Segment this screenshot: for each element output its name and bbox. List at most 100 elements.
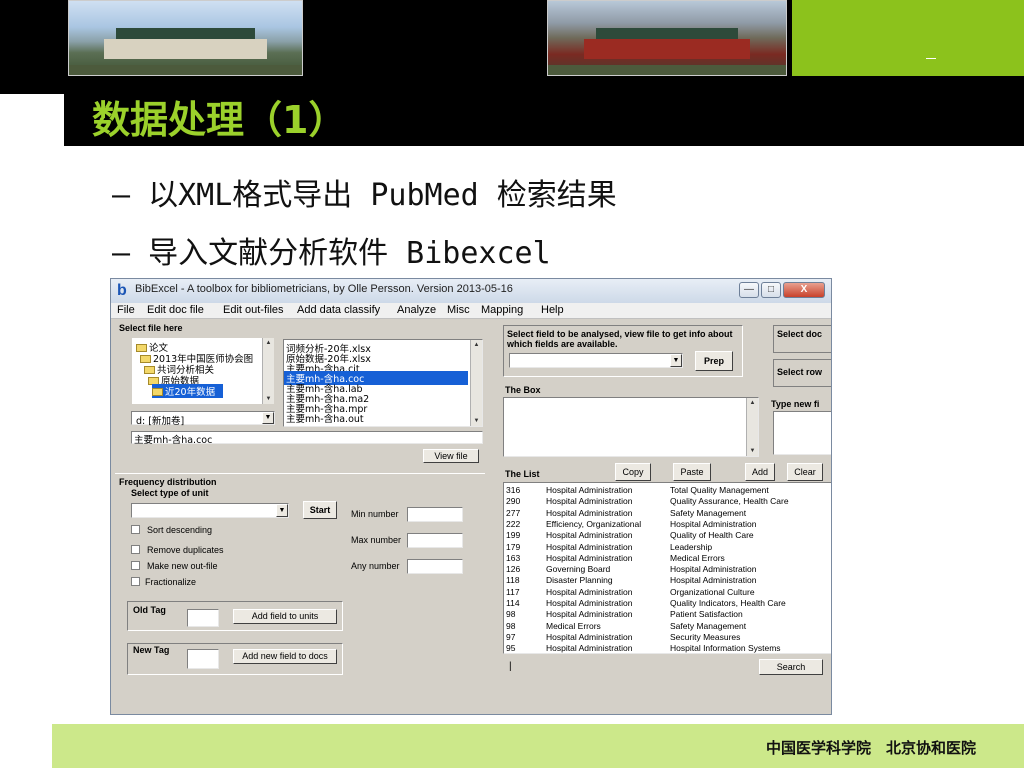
menu-add-data-classify[interactable]: Add data classify	[297, 304, 380, 316]
fractionalize-checkbox[interactable]	[131, 577, 140, 586]
old-tag-input[interactable]	[187, 609, 219, 627]
list-row-count: 163	[506, 552, 521, 563]
list-row-count: 222	[506, 518, 521, 529]
menu-misc[interactable]: Misc	[447, 304, 470, 316]
add-field-to-units-button[interactable]: Add field to units	[233, 609, 337, 624]
list-row[interactable]: 118 Disaster Planning Hospital Administrat…	[504, 575, 824, 586]
scroll-down-icon: ▼	[265, 396, 272, 402]
min-number-input[interactable]	[407, 507, 463, 522]
window-titlebar[interactable]: b BibExcel - A toolbox for bibliometrici…	[111, 279, 831, 303]
current-file-value: 主要mh-含ha.coc	[134, 435, 213, 446]
list-row[interactable]: 117 Hospital Administration Organizational…	[504, 587, 824, 598]
sort-descending-checkbox[interactable]	[131, 525, 140, 534]
start-button[interactable]: Start	[303, 501, 337, 519]
type-new-input[interactable]	[773, 411, 831, 455]
list-row[interactable]: 98 Medical Errors Safety Management	[504, 621, 824, 632]
list-row-term-a: Disaster Planning	[546, 575, 613, 586]
list-row-term-b: Safety Management	[670, 620, 747, 631]
view-file-button[interactable]: View file	[423, 449, 479, 463]
list-row[interactable]: 277 Hospital Administration Safety Managem…	[504, 508, 824, 519]
file-list-scrollbar[interactable]: ▲ ▼	[470, 340, 482, 426]
list-row[interactable]: 179 Hospital Administration Leadership	[504, 542, 824, 553]
list-row[interactable]: 290 Hospital Administration Quality Assura…	[504, 496, 824, 507]
footer-institution: 中国医学科学院 北京协和医院	[765, 739, 976, 757]
field-select-dropdown[interactable]: ▼	[509, 353, 683, 368]
scroll-up-icon: ▲	[265, 340, 272, 346]
minimize-button[interactable]: —	[739, 282, 759, 298]
list-row-count: 199	[506, 530, 521, 541]
prep-button[interactable]: Prep	[695, 351, 733, 371]
fractionalize-label: Fractionalize	[145, 577, 197, 587]
slide-title: 数据处理（1）	[92, 98, 347, 142]
chevron-down-icon[interactable]: ▼	[262, 412, 274, 424]
list-row-count: 118	[506, 575, 520, 586]
copy-button[interactable]: Copy	[615, 463, 651, 481]
menu-edit-out-files[interactable]: Edit out-files	[223, 304, 284, 316]
make-new-out-file-label: Make new out-file	[147, 561, 218, 571]
select-file-label: Select file here	[119, 323, 183, 333]
list-row-term-a: Hospital Administration	[546, 496, 633, 507]
list-row-count: 179	[506, 541, 521, 552]
list-row[interactable]: 163 Hospital Administration Medical Errors	[504, 553, 824, 564]
clear-button[interactable]: Clear	[787, 463, 823, 481]
list-row-term-b: Medical Errors	[670, 552, 725, 563]
folder-tree[interactable]: 论文 2013年中国医师协会图 共词分析相关 原始数据 近20年数据 ▲ ▼	[131, 337, 275, 405]
old-tag-label: Old Tag	[133, 605, 166, 615]
the-list-label: The List	[505, 469, 540, 479]
list-row-count: 117	[506, 586, 520, 597]
add-new-field-to-docs-button[interactable]: Add new field to docs	[233, 649, 337, 664]
bibexcel-logo-icon: b	[117, 282, 127, 299]
remove-duplicates-label: Remove duplicates	[147, 545, 224, 555]
maximize-button[interactable]: □	[761, 282, 781, 298]
list-row[interactable]: 222 Efficiency, Organizational Hospital Ad…	[504, 519, 824, 530]
menu-mapping[interactable]: Mapping	[481, 304, 523, 316]
scroll-down-icon: ▼	[473, 418, 480, 424]
the-list-box[interactable]: 316 Hospital Administration Total Quality …	[503, 482, 831, 654]
paste-button[interactable]: Paste	[673, 463, 711, 481]
list-row[interactable]: 97 Hospital Administration Security Measur…	[504, 632, 824, 643]
new-tag-input[interactable]	[187, 649, 219, 669]
list-row-term-a: Governing Board	[546, 564, 611, 575]
chevron-down-icon[interactable]: ▼	[276, 504, 288, 517]
min-number-label: Min number	[351, 509, 399, 519]
list-row[interactable]: 95 Hospital Administration Hospital Inform…	[504, 643, 824, 654]
menu-file[interactable]: File	[117, 304, 135, 316]
menu-analyze[interactable]: Analyze	[397, 304, 436, 316]
any-number-input[interactable]	[407, 559, 463, 574]
max-number-input[interactable]	[407, 533, 463, 548]
list-row[interactable]: 316 Hospital Administration Total Quality …	[504, 485, 824, 496]
list-row[interactable]: 114 Hospital Administration Quality Indica…	[504, 598, 824, 609]
window-title: BibExcel - A toolbox for bibliometrician…	[135, 283, 513, 295]
campus-photo-right	[547, 0, 787, 76]
make-new-out-file-checkbox[interactable]	[131, 561, 140, 570]
search-button[interactable]: Search	[759, 659, 823, 675]
the-box-textarea[interactable]: ▲ ▼	[503, 397, 759, 457]
drive-select[interactable]: d: [新加卷] ▼	[131, 411, 275, 427]
add-button[interactable]: Add	[745, 463, 775, 481]
file-list[interactable]: 词频分析-20年.xlsx 原始数据-20年.xlsx 主要mh-含ha.cit…	[283, 339, 483, 427]
current-file-field[interactable]: 主要mh-含ha.coc	[131, 431, 483, 446]
list-row[interactable]: 126 Governing Board Hospital Administratio…	[504, 564, 824, 575]
list-row-term-a: Hospital Administration	[546, 530, 633, 541]
list-row-term-a: Hospital Administration	[546, 609, 633, 620]
campus-photo-left	[68, 0, 303, 76]
list-row-count: 95	[506, 643, 516, 654]
folder-scrollbar[interactable]: ▲ ▼	[262, 338, 274, 404]
file-item[interactable]: 主要mh-含ha.out	[286, 411, 364, 425]
folder-item-selected[interactable]: 近20年数据	[152, 384, 224, 398]
unit-type-select[interactable]: ▼	[131, 503, 289, 518]
menu-help[interactable]: Help	[541, 304, 564, 316]
list-row[interactable]: 199 Hospital Administration Quality of Hea…	[504, 530, 824, 541]
chevron-down-icon[interactable]: ▼	[670, 354, 682, 367]
menu-edit-doc-file[interactable]: Edit doc file	[147, 304, 204, 316]
bullet-export-xml: — 以XML格式导出 PubMed 检索结果	[112, 178, 617, 213]
list-row[interactable]: 98 Hospital Administration Patient Satisfa…	[504, 609, 824, 620]
close-button[interactable]: X	[783, 282, 825, 298]
list-row-count: 114	[506, 598, 520, 608]
drive-value: d: [新加卷]	[136, 416, 185, 427]
footer-band: 中国医学科学院 北京协和医院	[52, 724, 1024, 768]
box-scrollbar[interactable]: ▲ ▼	[746, 398, 758, 456]
list-row-term-b: Hospital Administration	[670, 564, 757, 575]
remove-duplicates-checkbox[interactable]	[131, 545, 140, 554]
list-row-term-b: Patient Satisfaction	[670, 609, 743, 620]
